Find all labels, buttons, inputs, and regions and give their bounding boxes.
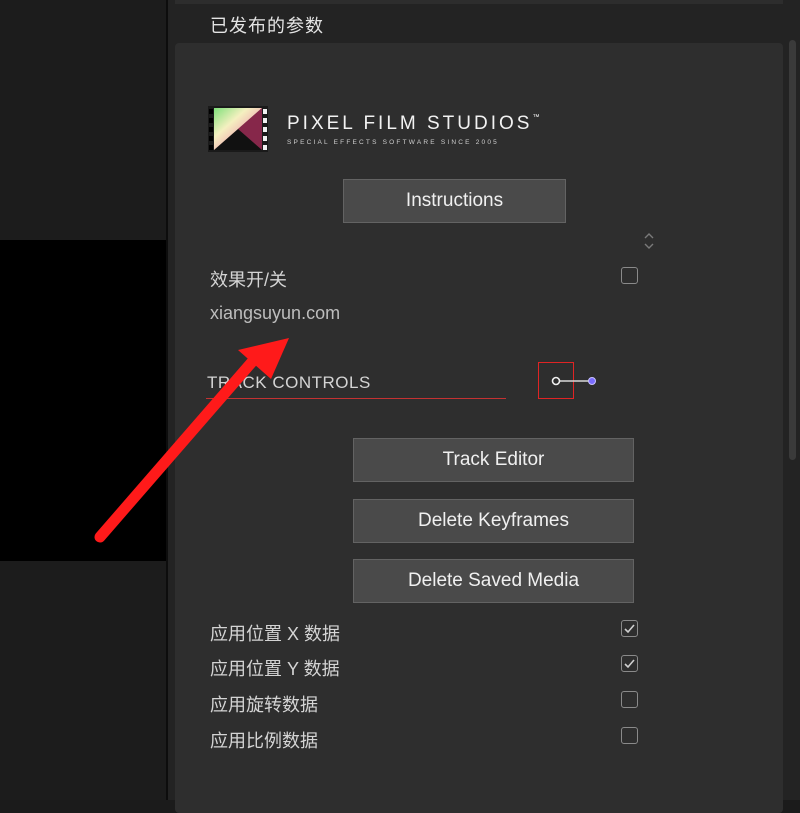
watermark-text: xiangsuyun.com: [210, 303, 341, 323]
option-checkbox-position-x[interactable]: [621, 620, 638, 637]
option-label-position-x: 应用位置 X 数据: [210, 624, 341, 644]
track-controls-underline: [206, 398, 506, 399]
effect-toggle-checkbox[interactable]: [621, 267, 638, 284]
option-checkbox-position-y[interactable]: [621, 655, 638, 672]
logo-tagline: SPECIAL EFFECTS SOFTWARE SINCE 2005: [287, 139, 499, 146]
option-checkbox-scale[interactable]: [621, 727, 638, 744]
published-parameters-title: 已发布的参数: [210, 16, 324, 36]
option-label-position-y: 应用位置 Y 数据: [210, 659, 340, 679]
inspector-top-strip: [175, 0, 783, 4]
point-control-icon[interactable]: [548, 372, 600, 390]
option-label-scale: 应用比例数据: [210, 731, 318, 751]
film-strip-logo-icon: [208, 106, 268, 152]
option-label-rotation: 应用旋转数据: [210, 695, 318, 715]
viewer-canvas: [0, 240, 166, 561]
sort-chevrons-icon[interactable]: [643, 232, 655, 250]
track-editor-button[interactable]: Track Editor: [353, 438, 634, 482]
effect-toggle-label: 效果开/关: [210, 270, 288, 290]
instructions-button[interactable]: Instructions: [343, 179, 566, 223]
inspector-scrollbar[interactable]: [789, 40, 796, 460]
delete-saved-media-button[interactable]: Delete Saved Media: [353, 559, 634, 603]
delete-keyframes-button[interactable]: Delete Keyframes: [353, 499, 634, 543]
track-controls-label: TRACK CONTROLS: [207, 373, 371, 392]
checkmark-icon: [624, 624, 635, 634]
checkmark-icon: [624, 659, 635, 669]
logo-title: PIXEL FILM STUDIOS™: [287, 113, 540, 134]
option-checkbox-rotation[interactable]: [621, 691, 638, 708]
trademark-symbol: ™: [532, 114, 540, 121]
